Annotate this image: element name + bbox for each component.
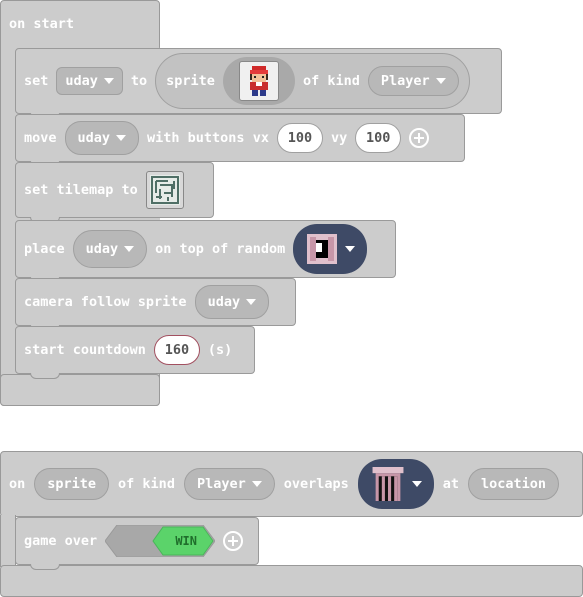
start-countdown-label: start countdown [24,342,146,358]
overlaps-label: overlaps [283,476,349,492]
on-start-footer [0,374,160,406]
move-with-buttons-block[interactable]: move uday with buttons vx 100 vy 100 [15,114,465,162]
kind-dropdown-label: Player [196,476,246,492]
sprite-create-reporter[interactable]: sprite of kind Player [155,53,470,109]
countdown-seconds-input[interactable]: 160 [153,335,200,365]
sprite-thumbnail[interactable] [238,61,279,101]
camera-follow-label: camera follow sprite [24,294,187,310]
set-sprite-block[interactable]: set uday to sprite of kind Player [15,48,502,114]
set-tilemap-block[interactable]: set tilemap to [15,162,214,218]
overlap-event-block[interactable]: on sprite of kind Player overlaps at loc… [0,451,583,517]
kind-dropdown-label: Player [380,73,430,89]
move-label: move [24,130,57,146]
chevron-down-icon [411,481,422,487]
win-label: WIN [175,534,197,548]
set-tilemap-label: set tilemap to [24,182,138,198]
tile-dropdown[interactable] [293,224,368,274]
of-kind-label: of kind [118,476,175,492]
variable-dropdown-uday[interactable]: uday [56,67,123,95]
sprite-image-picker[interactable] [222,57,295,105]
maze-tilemap-icon [149,175,180,205]
chevron-down-icon [116,135,127,141]
kind-dropdown-player[interactable]: Player [183,468,275,500]
vy-label: vy [330,130,348,146]
location-param[interactable]: location [468,468,560,500]
chevron-down-icon [246,299,257,305]
chevron-down-icon [103,78,114,84]
variable-dropdown-label: uday [85,241,119,257]
sprite-param[interactable]: sprite [34,468,110,500]
place-label: place [24,241,65,257]
door-tile-icon [307,234,338,264]
on-top-of-random-label: on top of random [155,241,286,257]
game-over-block[interactable]: game over WIN [15,517,259,565]
sprite-label: sprite [166,73,215,89]
to-label: to [130,73,148,89]
chevron-down-icon [345,246,356,252]
overlap-event-footer [0,565,583,597]
chevron-down-icon [435,78,446,84]
of-kind-label: of kind [302,73,360,89]
kind-dropdown-player[interactable]: Player [367,66,459,96]
at-label: at [442,476,460,492]
on-start-label: on start [9,16,75,32]
expand-plus-icon[interactable] [223,531,244,551]
tilemap-picker[interactable] [145,171,184,209]
seconds-unit-label: (s) [207,342,233,358]
chevron-down-icon [124,246,135,252]
start-countdown-block[interactable]: start countdown 160 (s) [15,326,255,374]
expand-plus-icon[interactable] [409,128,430,148]
camera-follow-block[interactable]: camera follow sprite uday [15,278,296,326]
set-label: set [24,73,49,89]
gate-tile-icon [372,467,404,501]
variable-dropdown-label: uday [77,130,111,146]
with-buttons-vx-label: with buttons vx [147,130,269,146]
place-on-random-tile-block[interactable]: place uday on top of random [15,220,396,278]
win-boolean-toggle[interactable]: WIN [105,525,216,557]
sprite-param-label: sprite [47,476,97,492]
red-cap-character-icon [249,66,268,96]
vx-input[interactable]: 100 [276,123,323,153]
variable-dropdown-uday[interactable]: uday [194,285,270,319]
variable-dropdown-uday[interactable]: uday [64,121,140,155]
variable-dropdown-label: uday [207,294,241,310]
on-label: on [9,476,26,492]
block-notch [30,564,60,570]
chevron-down-icon [251,481,262,487]
game-over-label: game over [24,533,98,549]
variable-dropdown-label: uday [65,73,98,89]
vy-input[interactable]: 100 [355,123,402,153]
overlap-event-mouth [0,515,16,567]
location-param-label: location [481,476,547,492]
variable-dropdown-uday[interactable]: uday [72,230,148,268]
tile-dropdown[interactable] [357,459,434,509]
block-notch [30,373,60,379]
